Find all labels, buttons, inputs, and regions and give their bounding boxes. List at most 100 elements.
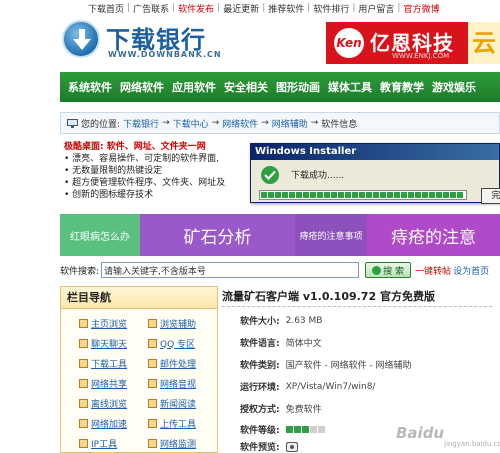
progress-block: [415, 192, 421, 198]
nav-item-games[interactable]: 游戏娱乐: [428, 79, 480, 95]
search-button[interactable]: 搜 索: [365, 262, 412, 278]
sidebar-item[interactable]: 离线浏览: [79, 397, 148, 410]
search-icon: [372, 265, 382, 275]
sidebar-item[interactable]: 上传工具: [148, 417, 217, 430]
progress-block: [387, 192, 393, 198]
sidebar-item[interactable]: 网络音视: [148, 377, 217, 390]
installer-dialog: Windows Installer 下载成功...... 完: [250, 143, 500, 204]
progress-block: [303, 192, 309, 198]
ad-tile[interactable]: 痔疮的注意事项: [295, 214, 367, 256]
info-key: 软件等级:: [240, 426, 280, 436]
info-row-preview: 软件预览:: [240, 440, 298, 453]
set-homepage-link[interactable]: 设为首页: [453, 264, 489, 277]
top-link-guestbook[interactable]: 用户留言: [358, 2, 394, 15]
progress-block: [359, 192, 365, 198]
top-link-recommend[interactable]: 推荐软件: [268, 2, 304, 15]
info-key: 软件大小:: [240, 317, 280, 327]
separator: |: [262, 3, 266, 13]
sidebar-item-label: 新闻阅读: [160, 399, 197, 410]
separator: |: [217, 3, 221, 13]
nav-item-network[interactable]: 网络软件: [116, 79, 168, 95]
folder-icon: [79, 338, 88, 348]
top-link-weibo[interactable]: 官方微博: [403, 2, 439, 15]
watermark-url: jingyan.baidu.com: [444, 440, 500, 448]
info-value: 免费软件: [285, 405, 322, 415]
ad-tile[interactable]: 痔疮的注意: [367, 214, 500, 256]
sidebar-item-label: 网络加速: [91, 419, 128, 430]
site-header: 下载银行 WWW.DOWNBANK.CN Ken 亿恩科技 WWW.ENKJ.C…: [0, 14, 500, 66]
finish-button[interactable]: 完: [481, 188, 500, 204]
feature-item: 超方便管理软件程序、文件夹、网址及: [64, 177, 260, 189]
ad-tile[interactable]: 矿石分析: [140, 214, 295, 256]
sidebar-item[interactable]: 网络共享: [79, 377, 148, 390]
nav-item-system[interactable]: 系统软件: [64, 79, 116, 95]
arrow-right-icon: →: [162, 118, 170, 128]
sidebar-item[interactable]: 主页浏览: [79, 317, 148, 330]
software-title: 流量矿石客户端 v1.0.109.72 官方免费版: [222, 290, 435, 303]
sidebar-item[interactable]: 网络监测: [148, 437, 217, 450]
nav-item-media[interactable]: 媒体工具: [324, 79, 376, 95]
arrow-right-icon: →: [211, 118, 220, 128]
dialog-title[interactable]: Windows Installer: [251, 144, 499, 160]
folder-icon: [79, 318, 88, 328]
breadcrumb: 您的位置: 下载银行 → 下载中心 → 网络软件 → 网络辅助 → 软件信息: [60, 112, 500, 134]
search-input[interactable]: [101, 262, 360, 278]
sidebar-item-label: 网络共享: [91, 379, 128, 390]
logo-subtitle: WWW.DOWNBANK.CN: [108, 50, 222, 59]
top-link-ranking[interactable]: 软件排行: [313, 2, 349, 15]
info-key: 授权方式:: [240, 405, 280, 415]
info-key: 运行环境:: [240, 383, 280, 393]
folder-icon: [79, 418, 88, 428]
rating-star-icon: [301, 426, 309, 433]
top-link-home[interactable]: 下载首页: [88, 2, 124, 15]
separator: |: [397, 3, 401, 13]
sidebar-item[interactable]: QQ 专区: [148, 337, 217, 350]
sidebar-item[interactable]: IP工具: [79, 437, 148, 450]
sidebar-item[interactable]: 聊天聊天: [79, 337, 148, 350]
progress-block: [338, 192, 344, 198]
nav-item-graphics[interactable]: 图形动画: [272, 79, 324, 95]
nav-item-application[interactable]: 应用软件: [168, 79, 220, 95]
top-link-publish[interactable]: 软件发布: [178, 2, 214, 15]
folder-icon: [148, 378, 157, 388]
breadcrumb-download-center[interactable]: 下载中心: [173, 117, 209, 130]
breadcrumb-network-assist[interactable]: 网络辅助: [272, 117, 308, 130]
info-value: 2.63 MB: [285, 315, 323, 326]
progress-block: [394, 192, 400, 198]
camera-icon[interactable]: [285, 441, 298, 452]
info-row-rating: 软件等级:: [240, 423, 325, 436]
ad-tile[interactable]: 红眼病怎么办: [60, 214, 140, 256]
folder-icon: [79, 378, 88, 388]
progress-block: [366, 192, 372, 198]
sidebar-item[interactable]: 网络加速: [79, 417, 148, 430]
category-sidebar: 栏目导航 主页浏览 浏览辅助 聊天聊天 QQ 专区 下载工具 邮件处理 网络共享…: [60, 286, 218, 453]
progress-block: [422, 192, 428, 198]
sidebar-item[interactable]: 下载工具: [79, 357, 148, 370]
nav-item-security[interactable]: 安全相关: [220, 79, 272, 95]
top-link-ads[interactable]: 广告联系: [133, 2, 169, 15]
watermark-text: Baidu: [396, 424, 445, 442]
sidebar-item[interactable]: 新闻阅读: [148, 397, 217, 410]
breadcrumb-home[interactable]: 下载银行: [123, 117, 159, 130]
ad-url: WWW.ENKJ.COM: [392, 52, 450, 60]
folder-icon: [79, 438, 88, 448]
breadcrumb-network-software[interactable]: 网络软件: [222, 117, 258, 130]
progress-block: [352, 192, 358, 198]
sidebar-item[interactable]: 邮件处理: [148, 357, 217, 370]
progress-block: [408, 192, 414, 198]
ad-banner[interactable]: Ken 亿恩科技 WWW.ENKJ.COM 云: [326, 22, 500, 64]
rating-stars: [285, 426, 325, 433]
site-logo[interactable]: 下载银行 WWW.DOWNBANK.CN: [62, 16, 222, 64]
top-link-recent[interactable]: 最近更新: [223, 2, 259, 15]
feature-item: 创新的图标缓存技术: [64, 189, 260, 201]
rating-star-icon: [293, 426, 301, 433]
folder-icon: [148, 358, 157, 368]
search-bar: 软件搜索: 搜 索 一键转帖 设为首页: [60, 260, 500, 280]
nav-item-education[interactable]: 教育教学: [376, 79, 428, 95]
folder-icon: [148, 318, 157, 328]
sidebar-item-label: 下载工具: [91, 359, 128, 370]
share-link[interactable]: 一键转帖: [415, 264, 451, 277]
sidebar-item[interactable]: 浏览辅助: [148, 317, 217, 330]
progress-block: [261, 192, 267, 198]
info-key: 软件类别:: [240, 361, 280, 371]
